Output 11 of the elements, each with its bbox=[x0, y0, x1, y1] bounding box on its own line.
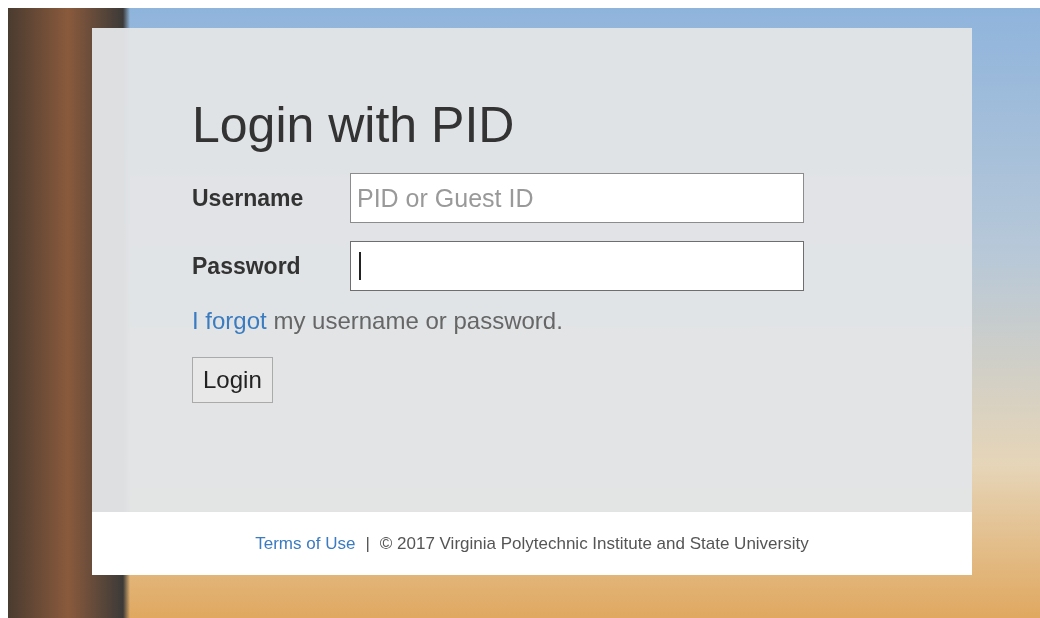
copyright-text: © 2017 Virginia Polytechnic Institute and State University bbox=[379, 532, 809, 555]
field-label: Username bbox=[192, 183, 305, 213]
page-title: Login with PID bbox=[192, 98, 516, 153]
forgot-text: I forgot my username or password. bbox=[192, 306, 564, 336]
input-field[interactable] bbox=[350, 241, 804, 291]
login-button[interactable]: Login bbox=[192, 357, 273, 403]
input-field[interactable]: PID or Guest ID bbox=[350, 173, 804, 223]
forgot-link[interactable]: I forgot bbox=[192, 307, 267, 334]
terms-link[interactable]: Terms of Use bbox=[255, 530, 356, 557]
separator: | bbox=[365, 532, 370, 555]
field-label: Password bbox=[192, 251, 302, 281]
